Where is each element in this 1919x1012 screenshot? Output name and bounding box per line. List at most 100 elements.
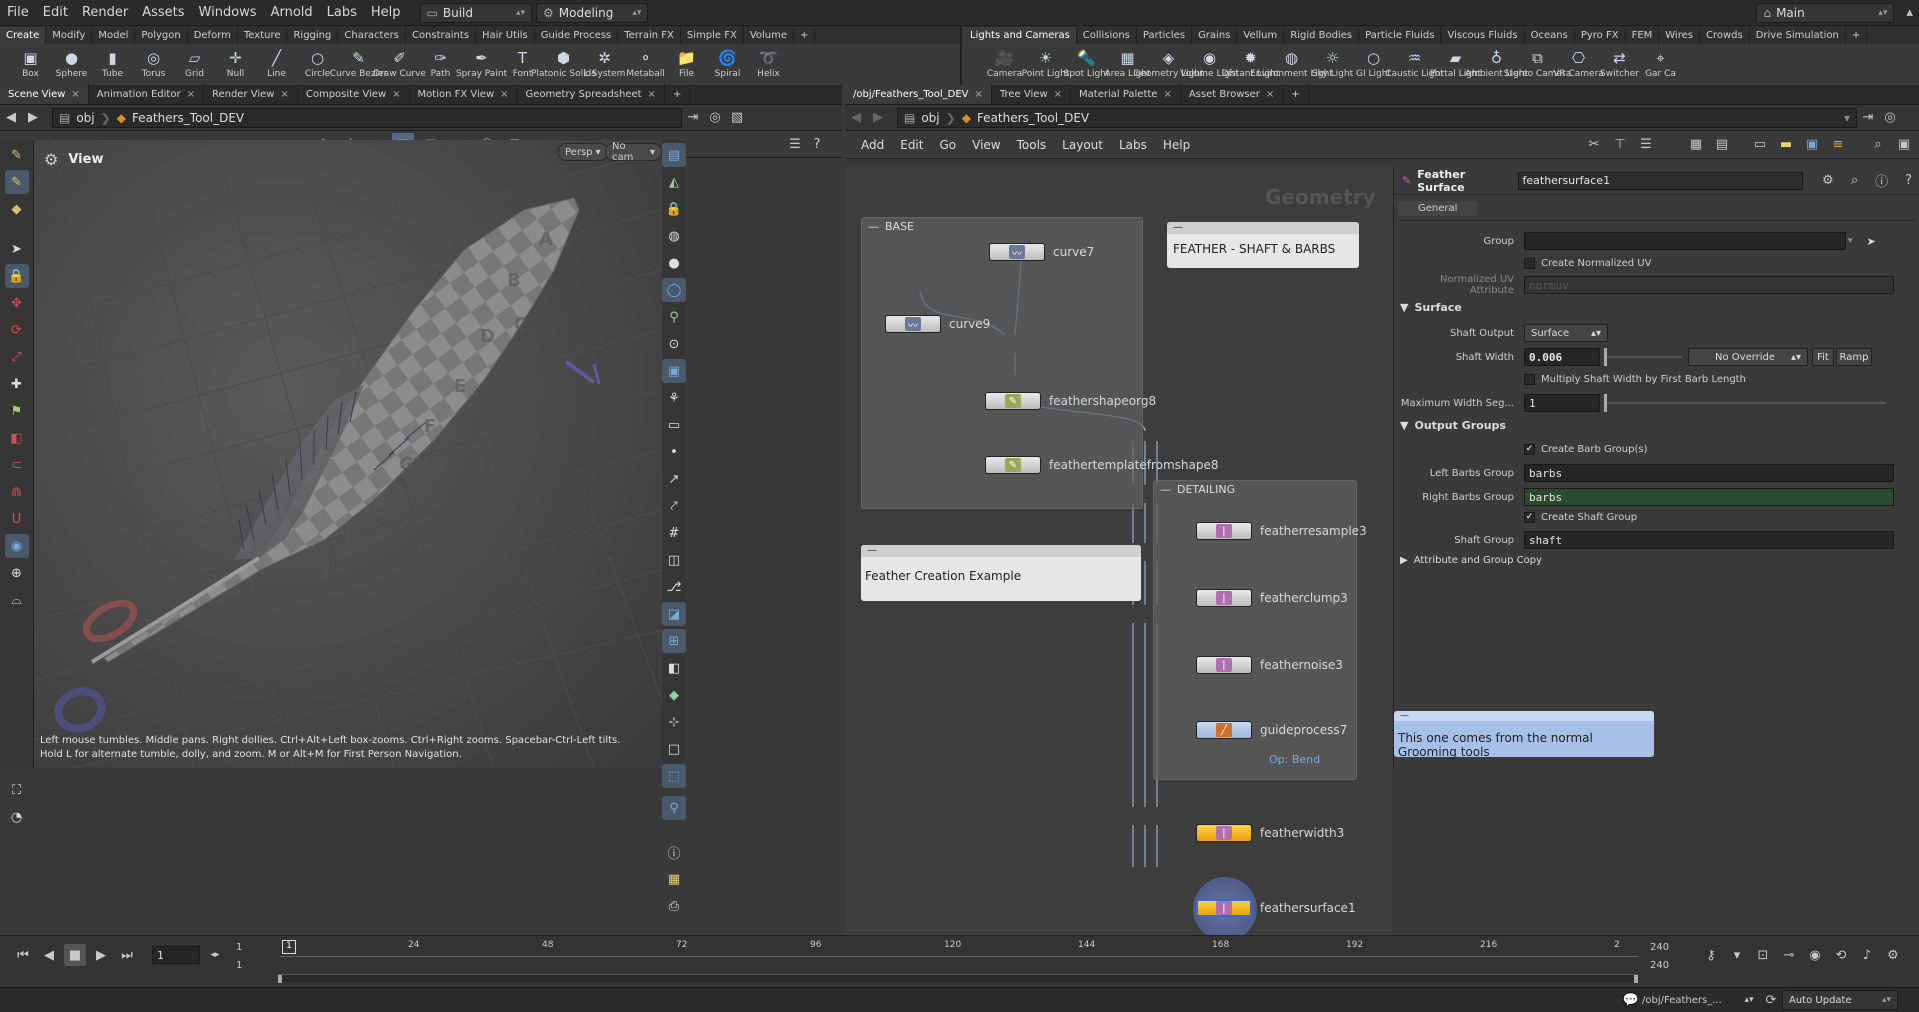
shelf-tool-line[interactable]: ╱ Line	[256, 44, 297, 90]
snap-icon[interactable]: ⋒	[5, 480, 29, 504]
network-editor[interactable]: Geometry — BASE — DETAILING — FEATHER - SH…	[845, 167, 1393, 935]
shelf-tab-constraints[interactable]: Constraints	[406, 27, 477, 44]
target-icon[interactable]: ⊕	[5, 561, 29, 585]
bg-image-icon[interactable]: ▭	[662, 413, 686, 437]
pin-icon[interactable]: ⇥	[682, 107, 704, 129]
range-handle-start[interactable]	[278, 975, 282, 983]
help-icon[interactable]: ?	[806, 133, 828, 155]
smooth-shaded-icon[interactable]: ●	[662, 251, 686, 275]
shelf-tool-volume-light[interactable]: ◉ Volume Light	[1180, 44, 1239, 90]
shelf-tool-caustic-light[interactable]: ♒ Caustic Light	[1385, 44, 1444, 90]
create-shaft-checkbox[interactable]: ✓	[1524, 511, 1535, 523]
shelf-tab-lights-and-cameras[interactable]: Lights and Cameras	[964, 27, 1077, 44]
shelf-tool-ambient-light[interactable]: ♁ Ambient Light	[1465, 44, 1528, 90]
add-tab-icon[interactable]: +	[665, 85, 691, 104]
menu-labs[interactable]: Labs	[320, 0, 364, 26]
shelf-tool-switcher[interactable]: ⇄ Switcher	[1599, 44, 1640, 90]
slider-handle[interactable]	[1604, 348, 1607, 366]
pane-tab-render-view[interactable]: Render View ×	[204, 85, 298, 104]
display-options-icon[interactable]: ▧	[726, 107, 748, 129]
tab-general[interactable]: General	[1398, 201, 1478, 216]
stack-icon[interactable]: ≡	[1827, 134, 1849, 156]
shelf-tab-texture[interactable]: Texture	[238, 27, 288, 44]
shelf-tab-rigid-bodies[interactable]: Rigid Bodies	[1284, 27, 1360, 44]
shelf-tool-camera[interactable]: 🎥 Camera	[984, 44, 1025, 90]
shelf-tab-particles[interactable]: Particles	[1137, 27, 1193, 44]
scene-graph-icon[interactable]: ⎇	[662, 575, 686, 599]
group-field[interactable]	[1524, 232, 1846, 250]
menu-render[interactable]: Render	[75, 0, 135, 26]
override-menu[interactable]: No Override ▴▾	[1688, 348, 1808, 366]
fit-button[interactable]: Fit	[1812, 348, 1834, 366]
shelf-tab-guide-process[interactable]: Guide Process	[535, 27, 619, 44]
node-name-field[interactable]: feathersurface1	[1517, 171, 1804, 190]
shelf-tool-portal-light[interactable]: ▰ Portal Light	[1430, 44, 1481, 90]
shading-icon[interactable]: ◍	[662, 224, 686, 248]
node-feathersurface1[interactable]: ❘ feathersurface1	[1196, 899, 1356, 917]
network-menu-go[interactable]: Go	[931, 138, 964, 152]
snapshot-icon[interactable]: ⎙	[662, 894, 686, 918]
keys-icon[interactable]: ⊡	[1752, 944, 1774, 966]
pin-icon[interactable]: ⇥	[1857, 107, 1879, 129]
safe-area-icon[interactable]: ◪	[662, 602, 686, 626]
tree-icon[interactable]: ⊤	[1609, 134, 1631, 156]
guides-icon[interactable]: ⚘	[662, 386, 686, 410]
origin-icon[interactable]: ⊹	[662, 710, 686, 734]
info-icon[interactable]: ⓘ	[1871, 170, 1892, 192]
network-menu-help[interactable]: Help	[1155, 138, 1198, 152]
left-barbs-field[interactable]: barbs	[1524, 464, 1894, 482]
shelf-tab-hair-utils[interactable]: Hair Utils	[476, 27, 535, 44]
chat-icon[interactable]: 💬	[1620, 989, 1642, 1011]
create-barb-checkbox[interactable]: ✓	[1524, 443, 1535, 455]
network-box-icon[interactable]: ▣	[1801, 134, 1823, 156]
menu-arnold[interactable]: Arnold	[264, 0, 320, 26]
numbers-icon[interactable]: #	[662, 521, 686, 545]
menu-help[interactable]: Help	[364, 0, 408, 26]
menu-file[interactable]: File	[0, 0, 36, 26]
close-icon[interactable]: ×	[280, 85, 288, 104]
shelf-tool-font[interactable]: T Font	[502, 44, 543, 90]
shelf-tool-gar-ca[interactable]: ⌖ Gar Ca	[1640, 44, 1681, 90]
shaft-output-menu[interactable]: Surface ▴▾	[1524, 324, 1608, 342]
move-tool-icon[interactable]: ✥	[5, 291, 29, 315]
main-combo[interactable]: ⌂ Main ▴▾	[1756, 2, 1895, 23]
close-icon[interactable]: ×	[71, 85, 79, 104]
shelf-tab-viscous-fluids[interactable]: Viscous Fluids	[1441, 27, 1525, 44]
node-feathertemplatefromshape8[interactable]: ✎ feathertemplatefromshape8	[985, 456, 1219, 474]
collapse-icon[interactable]: —	[1394, 711, 1654, 721]
menu-windows[interactable]: Windows	[192, 0, 264, 26]
shelf-tool-geometry-light[interactable]: ◈ Geometry Light	[1133, 44, 1203, 90]
create-uv-checkbox[interactable]	[1524, 257, 1535, 269]
shelf-tab-characters[interactable]: Characters	[338, 27, 406, 44]
stop-icon[interactable]: ■	[64, 944, 86, 966]
pane-tab-motion-fx-view[interactable]: Motion FX View ×	[410, 85, 518, 104]
last-frame-icon[interactable]: ⏭	[116, 944, 138, 966]
menu-assets[interactable]: Assets	[135, 0, 191, 26]
attr-copy-section[interactable]: ▶ Attribute and Group Copy	[1400, 555, 1542, 566]
max-width-field[interactable]: 1	[1524, 394, 1600, 412]
shelf-tool-curve-bezier[interactable]: ✎ Curve Bezier	[330, 44, 388, 90]
node-curve7[interactable]: 〰 curve7	[989, 243, 1094, 261]
render-region-icon[interactable]: ◉	[4, 534, 29, 558]
view-tool-icon[interactable]: ◧	[5, 426, 29, 450]
pose-tool-icon[interactable]: ⚑	[5, 399, 29, 423]
shaft-width-slider[interactable]	[1604, 348, 1682, 366]
add-shelf-icon[interactable]: +	[794, 27, 816, 44]
image-icon[interactable]: ▭	[1749, 134, 1771, 156]
desktop-combo[interactable]: ▭ Build ▴▾	[419, 2, 532, 23]
shelf-tool-gi-light[interactable]: ○ GI Light	[1353, 44, 1394, 90]
node-guideprocess7[interactable]: ╱ guideprocess7	[1196, 721, 1347, 739]
add-shelf-icon[interactable]: +	[1846, 27, 1868, 44]
shaft-width-field[interactable]: 0.006	[1524, 348, 1600, 366]
shelf-tool-box[interactable]: ▣ Box	[10, 44, 51, 90]
forward-arrow-icon[interactable]: ▶	[22, 107, 44, 129]
range-handle-end[interactable]	[1634, 975, 1638, 983]
screen-icon[interactable]: ▣	[1893, 134, 1915, 156]
shelf-tool-spray-paint[interactable]: ✒ Spray Paint	[456, 44, 507, 90]
scene-path-field[interactable]: ▤ obj ❯ ◆ Feathers_Tool_DEV	[52, 107, 682, 128]
sticky-note-icon[interactable]: ▬	[1775, 134, 1797, 156]
pane-tab-asset-browser[interactable]: Asset Browser ×	[1181, 85, 1284, 104]
shelf-tab-terrain-fx[interactable]: Terrain FX	[618, 27, 681, 44]
3d-viewport[interactable]: ABCDEFGHIJ ⚙ View Persp ▾ No cam ▾ Left mo…	[34, 140, 662, 768]
capture-icon[interactable]: U	[5, 507, 29, 531]
